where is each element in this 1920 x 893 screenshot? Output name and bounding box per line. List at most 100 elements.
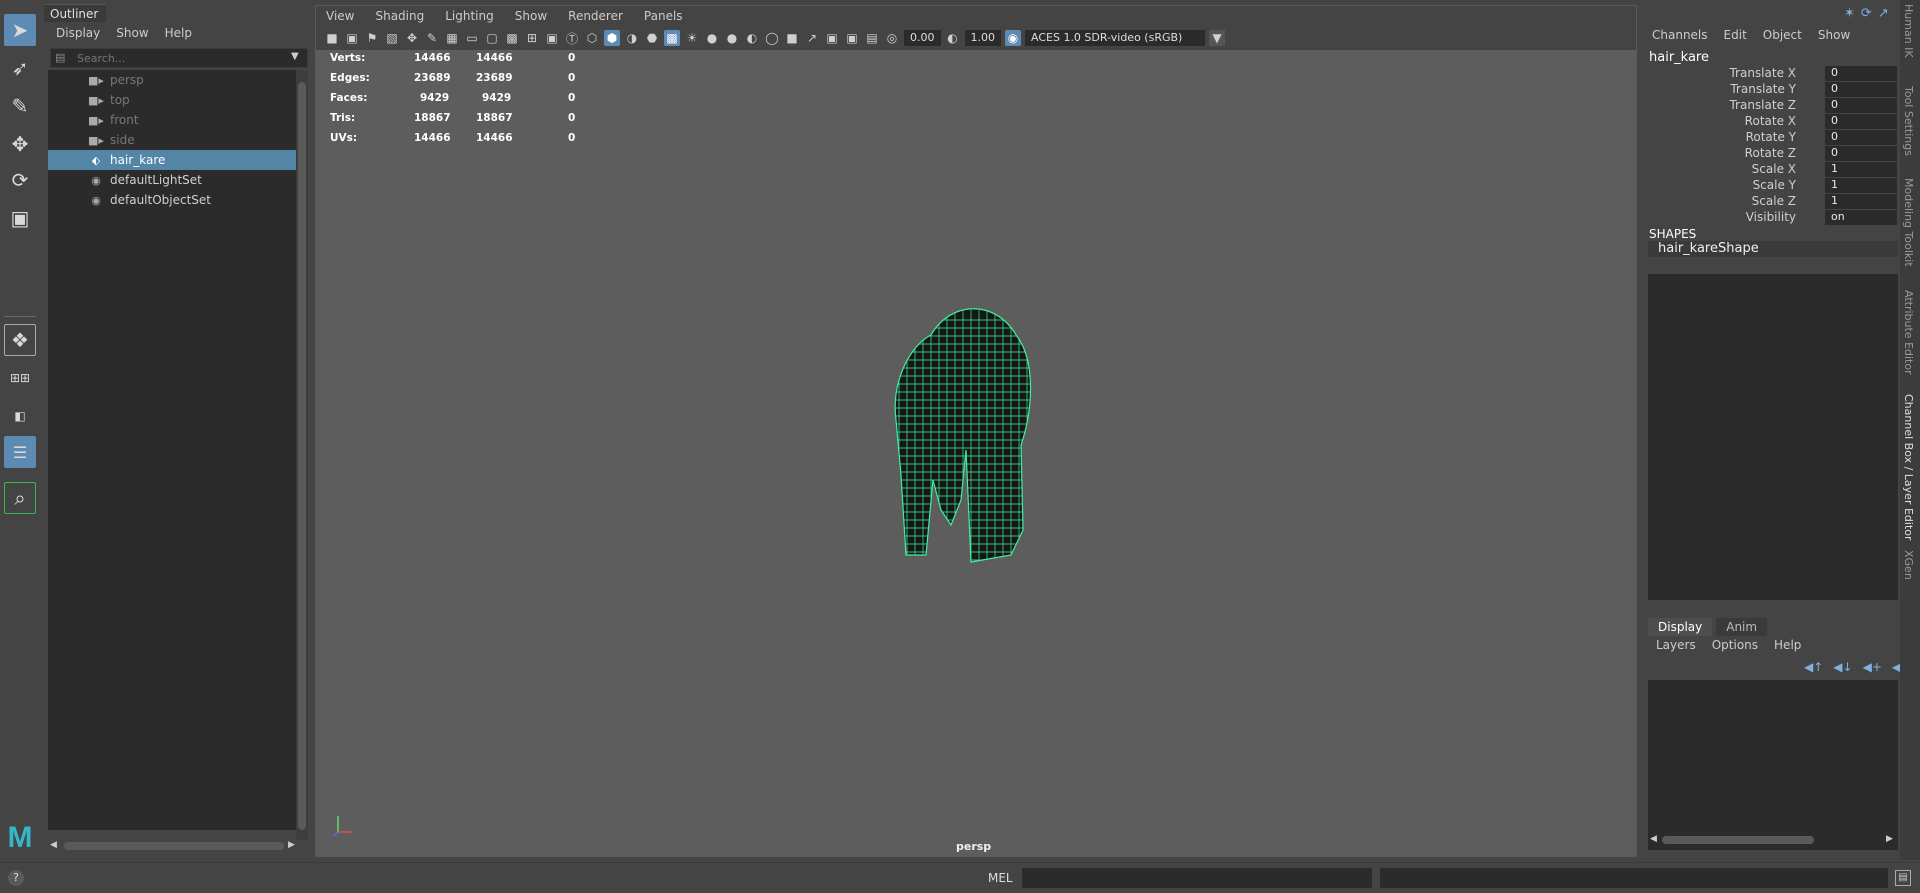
attr-value-field[interactable]: 1 — [1825, 162, 1897, 177]
chevron-down-icon[interactable]: ▼ — [291, 51, 299, 62]
scrollbar-thumb[interactable] — [1662, 836, 1814, 844]
mel-command-input[interactable] — [1022, 868, 1372, 888]
exposure-field[interactable]: 0.00 — [904, 30, 941, 46]
outliner-layout-icon[interactable]: ☰ — [4, 436, 36, 468]
scrollbar-thumb[interactable] — [64, 842, 284, 850]
hair-mesh-wireframe[interactable] — [871, 300, 1071, 575]
image-plane-icon[interactable]: ▧ — [384, 30, 400, 46]
selected-object-name[interactable]: hair_kare — [1649, 50, 1709, 65]
channel-box-menu-edit[interactable]: Edit — [1724, 28, 1747, 42]
default-material-icon[interactable]: ◑ — [624, 30, 640, 46]
3d-viewport[interactable]: Verts: 14466 14466 0 Edges: 23689 23689 … — [316, 50, 1636, 856]
attr-value-field[interactable]: 0 — [1825, 114, 1897, 129]
viewport-menu-view[interactable]: View — [326, 9, 354, 23]
grease-pencil-icon[interactable]: ✎ — [424, 30, 440, 46]
viewport-menu-panels[interactable]: Panels — [644, 9, 683, 23]
scroll-right-icon[interactable]: ▶ — [1886, 834, 1893, 844]
attr-value-field[interactable]: 1 — [1825, 194, 1897, 209]
channel-box-menu-channels[interactable]: Channels — [1652, 28, 1708, 42]
outliner-menu-show[interactable]: Show — [116, 26, 148, 40]
layer-menu-options[interactable]: Options — [1712, 638, 1758, 652]
attr-value-field[interactable]: 0 — [1825, 98, 1897, 113]
select-tool-icon[interactable]: ➤ — [4, 14, 36, 46]
bookmark-icon[interactable]: ⚑ — [364, 30, 380, 46]
depth-of-field-icon[interactable]: ■ — [784, 30, 800, 46]
attr-value-field[interactable]: 0 — [1825, 66, 1897, 81]
outliner-horizontal-scrollbar[interactable]: ◀ ▶ — [50, 840, 296, 852]
scroll-right-icon[interactable]: ▶ — [288, 840, 295, 850]
attr-translate-z[interactable]: Translate Z 0 — [1644, 98, 1900, 114]
gamma-icon[interactable]: ◐ — [945, 30, 961, 46]
new-empty-layer-icon[interactable]: ◀+ — [1863, 660, 1882, 674]
outliner-menu-help[interactable]: Help — [165, 26, 192, 40]
help-icon[interactable]: ? — [8, 870, 24, 886]
filter-icon[interactable]: ▤ — [55, 51, 65, 64]
attr-value-field[interactable]: 1 — [1825, 178, 1897, 193]
attr-rotate-x[interactable]: Rotate X 0 — [1644, 114, 1900, 130]
select-camera-icon[interactable]: ■ — [324, 30, 340, 46]
outliner-item-top[interactable]: ■▸ top — [48, 90, 296, 110]
wireframe-on-shaded-icon[interactable]: ⬣ — [644, 30, 660, 46]
script-language-toggle[interactable]: MEL — [988, 871, 1013, 885]
outliner-search-input[interactable] — [77, 50, 277, 66]
human-ik-icon[interactable]: ✶ — [1844, 6, 1855, 21]
layer-horizontal-scrollbar[interactable]: ◀ ▶ — [1650, 834, 1896, 846]
paint-select-tool-icon[interactable]: ✎ — [4, 90, 36, 122]
xray-active-icon[interactable]: ▣ — [844, 30, 860, 46]
textured-icon[interactable]: ▩ — [664, 30, 680, 46]
attr-rotate-z[interactable]: Rotate Z 0 — [1644, 146, 1900, 162]
single-view-layout-icon[interactable]: ❖ — [4, 324, 36, 356]
lights-icon[interactable]: ☀ — [684, 30, 700, 46]
attr-translate-x[interactable]: Translate X 0 — [1644, 66, 1900, 82]
anti-aliasing-icon[interactable]: ◯ — [764, 30, 780, 46]
outliner-item-persp[interactable]: ■▸ persp — [48, 70, 296, 90]
exposure-icon[interactable]: ◎ — [884, 30, 900, 46]
safe-action-icon[interactable]: ▣ — [544, 30, 560, 46]
camera-attributes-icon[interactable]: ▣ — [344, 30, 360, 46]
tab-channel-box-layer-editor[interactable]: Channel Box / Layer Editor — [1902, 394, 1915, 541]
outliner-item-hair-kare[interactable]: ⬖ hair_kare — [48, 150, 296, 170]
outliner-item-default-object-set[interactable]: ◉ defaultObjectSet — [48, 190, 296, 210]
tab-tool-settings[interactable]: Tool Settings — [1902, 86, 1915, 156]
tab-modeling-toolkit[interactable]: Modeling Toolkit — [1902, 178, 1915, 267]
outliner-menu-display[interactable]: Display — [56, 26, 100, 40]
attr-value-field[interactable]: 0 — [1825, 130, 1897, 145]
move-tool-icon[interactable]: ✥ — [4, 128, 36, 160]
tab-attribute-editor[interactable]: Attribute Editor — [1902, 290, 1915, 375]
tab-display[interactable]: Display — [1648, 618, 1713, 636]
wireframe-icon[interactable]: ⬡ — [584, 30, 600, 46]
attr-value-field[interactable]: 0 — [1825, 146, 1897, 161]
field-chart-icon[interactable]: ⊞ — [524, 30, 540, 46]
gate-mask-icon[interactable]: ▩ — [504, 30, 520, 46]
attr-rotate-y[interactable]: Rotate Y 0 — [1644, 130, 1900, 146]
channel-box-menu-object[interactable]: Object — [1763, 28, 1802, 42]
search-icon[interactable]: ⌕ — [4, 482, 36, 514]
tab-anim[interactable]: Anim — [1716, 618, 1768, 636]
lasso-tool-icon[interactable]: ➶ — [4, 52, 36, 84]
tab-human-ik[interactable]: Human IK — [1902, 4, 1915, 58]
scrollbar-thumb[interactable] — [298, 82, 306, 830]
color-management-icon[interactable]: ◉ — [1005, 30, 1021, 46]
shadows-icon[interactable]: ● — [704, 30, 720, 46]
chevron-down-icon[interactable]: ▼ — [1209, 30, 1225, 46]
outliner-vertical-scrollbar[interactable] — [296, 70, 308, 840]
script-editor-icon[interactable]: ▤ — [1895, 870, 1911, 886]
viewport-menu-renderer[interactable]: Renderer — [568, 9, 623, 23]
attr-scale-y[interactable]: Scale Y 1 — [1644, 178, 1900, 194]
resolution-gate-icon[interactable]: ▢ — [484, 30, 500, 46]
xray-icon[interactable]: ▣ — [824, 30, 840, 46]
four-view-layout-icon[interactable]: ⊞⊞ — [4, 362, 36, 394]
two-view-layout-icon[interactable]: ◧ — [4, 400, 36, 432]
xray-joints-icon[interactable]: ▤ — [864, 30, 880, 46]
attr-value-field[interactable]: 0 — [1825, 82, 1897, 97]
refresh-icon[interactable]: ⟳ — [1861, 6, 1872, 21]
shape-node-row[interactable]: hair_kareShape — [1648, 241, 1898, 257]
channel-box-menu-show[interactable]: Show — [1818, 28, 1850, 42]
film-gate-icon[interactable]: ▭ — [464, 30, 480, 46]
move-layer-up-icon[interactable]: ◀↑ — [1804, 660, 1823, 674]
move-layer-down-icon[interactable]: ◀↓ — [1833, 660, 1852, 674]
layer-menu-layers[interactable]: Layers — [1656, 638, 1696, 652]
rotate-tool-icon[interactable]: ⟳ — [4, 164, 36, 196]
motion-blur-icon[interactable]: ◐ — [744, 30, 760, 46]
isolate-select-icon[interactable]: ↗ — [804, 30, 820, 46]
